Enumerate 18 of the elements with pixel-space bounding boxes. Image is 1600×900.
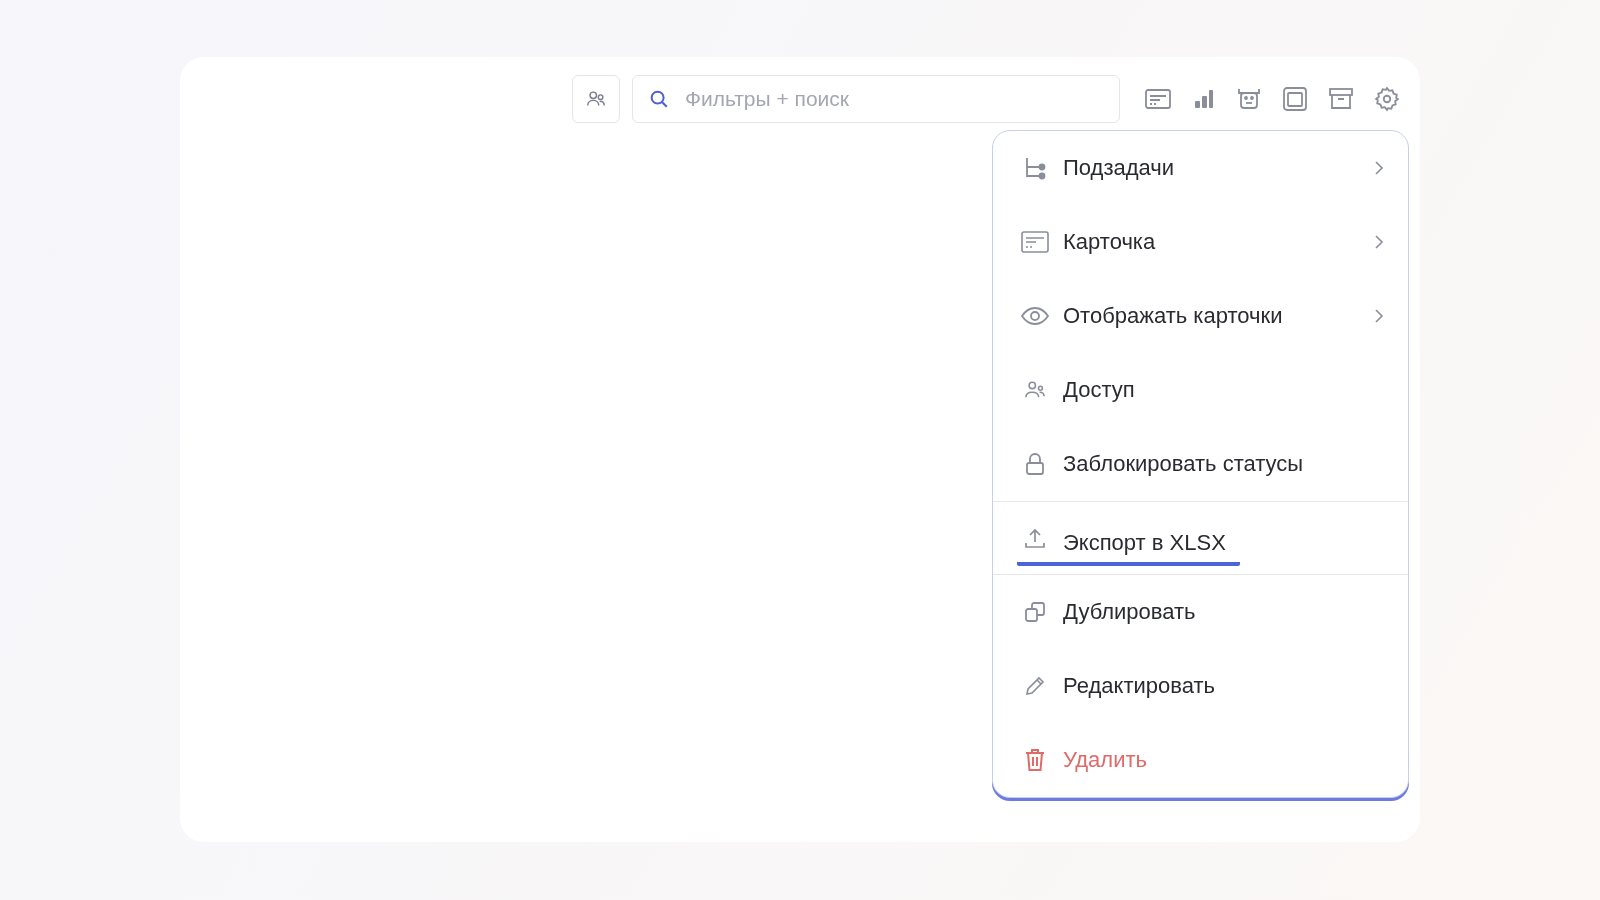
- bar-chart-icon[interactable]: [1192, 87, 1216, 111]
- card-icon[interactable]: [1144, 87, 1172, 111]
- menu-item[interactable]: Отображать карточки: [993, 279, 1408, 353]
- people-button[interactable]: [572, 75, 620, 123]
- settings-icon[interactable]: [1374, 86, 1400, 112]
- eye-icon: [1021, 307, 1049, 325]
- menu-item[interactable]: Заблокировать статусы: [993, 427, 1408, 501]
- menu-item[interactable]: Подзадачи: [993, 131, 1408, 205]
- window-icon[interactable]: [1282, 86, 1308, 112]
- menu-item[interactable]: Доступ: [993, 353, 1408, 427]
- menu-item[interactable]: Дублировать: [993, 575, 1408, 649]
- animal-face-icon[interactable]: [1236, 87, 1262, 111]
- search-field[interactable]: Фильтры + поиск: [632, 75, 1120, 123]
- menu-item[interactable]: Карточка: [993, 205, 1408, 279]
- menu-item[interactable]: Редактировать: [993, 649, 1408, 723]
- card-icon: [1021, 231, 1049, 253]
- archive-icon[interactable]: [1328, 87, 1354, 111]
- menu-item[interactable]: Экспорт в XLSX: [993, 502, 1408, 574]
